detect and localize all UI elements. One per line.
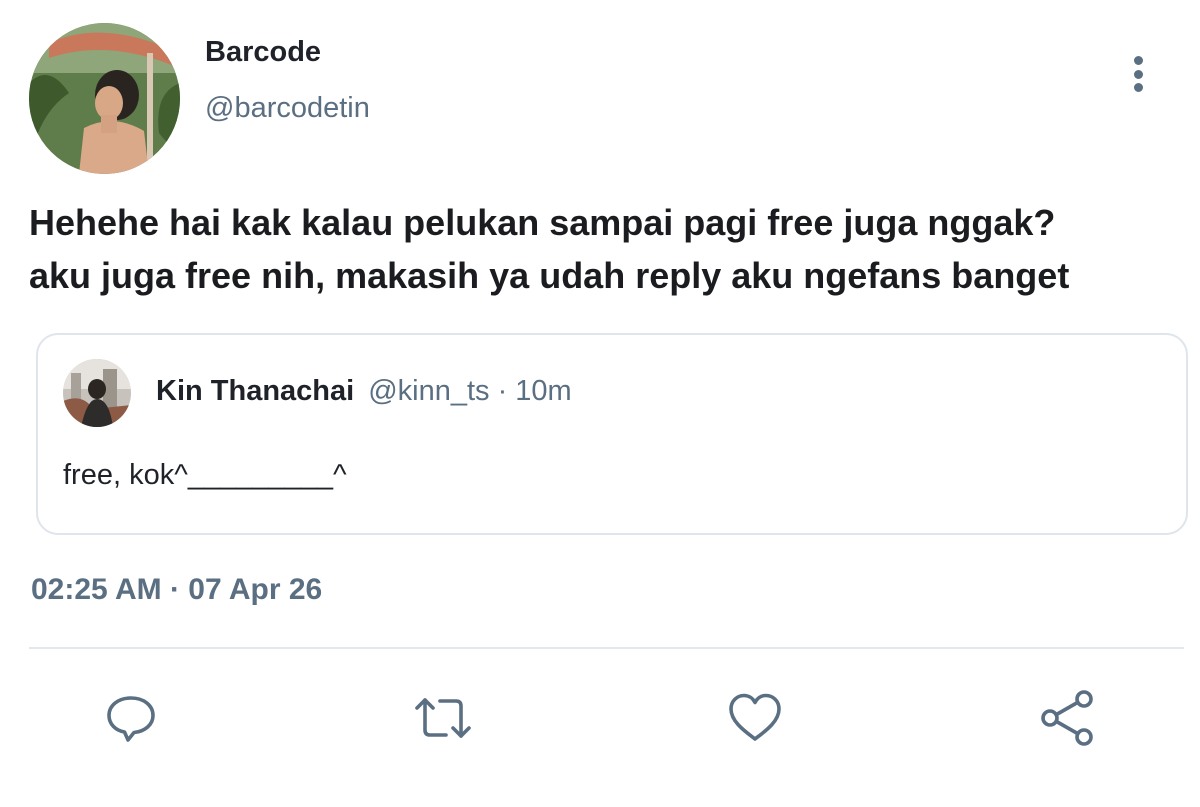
divider <box>29 647 1184 649</box>
share-button[interactable] <box>1038 688 1098 748</box>
more-options-button[interactable] <box>1118 52 1158 96</box>
quoted-author-name[interactable]: Kin Thanachai <box>156 375 354 407</box>
author-avatar[interactable] <box>29 23 180 174</box>
heart-icon <box>729 693 781 741</box>
reply-button[interactable] <box>101 688 161 748</box>
author-handle[interactable]: @barcodetin <box>205 92 370 125</box>
like-button[interactable] <box>725 688 785 748</box>
quoted-author-meta: @kinn_ts · 10m <box>368 375 572 407</box>
quoted-tweet-header: Kin Thanachai @kinn_ts · 10m <box>156 375 572 408</box>
retweet-icon <box>415 698 471 738</box>
more-options-icon-dot <box>1133 83 1143 92</box>
tweet-timestamp: 02:25 AM · 07 Apr 26 <box>31 573 323 606</box>
retweet-button[interactable] <box>413 688 473 748</box>
more-options-icon <box>1133 56 1143 65</box>
more-options-icon-dot <box>1133 69 1143 79</box>
tweet-text: Hehehe hai kak kalau pelukan sampai pagi… <box>29 202 1070 296</box>
tweet-detail: Barcode @barcodetin Hehehe hai kak kalau… <box>0 0 1200 807</box>
reply-icon <box>107 696 155 742</box>
quoted-tweet[interactable]: Kin Thanachai @kinn_ts · 10m free, kok^__… <box>36 333 1188 535</box>
author-display-name[interactable]: Barcode <box>205 36 321 69</box>
share-icon <box>1041 690 1093 746</box>
quoted-author-avatar[interactable] <box>63 359 131 427</box>
quoted-tweet-text: free, kok^_________^ <box>63 459 347 491</box>
